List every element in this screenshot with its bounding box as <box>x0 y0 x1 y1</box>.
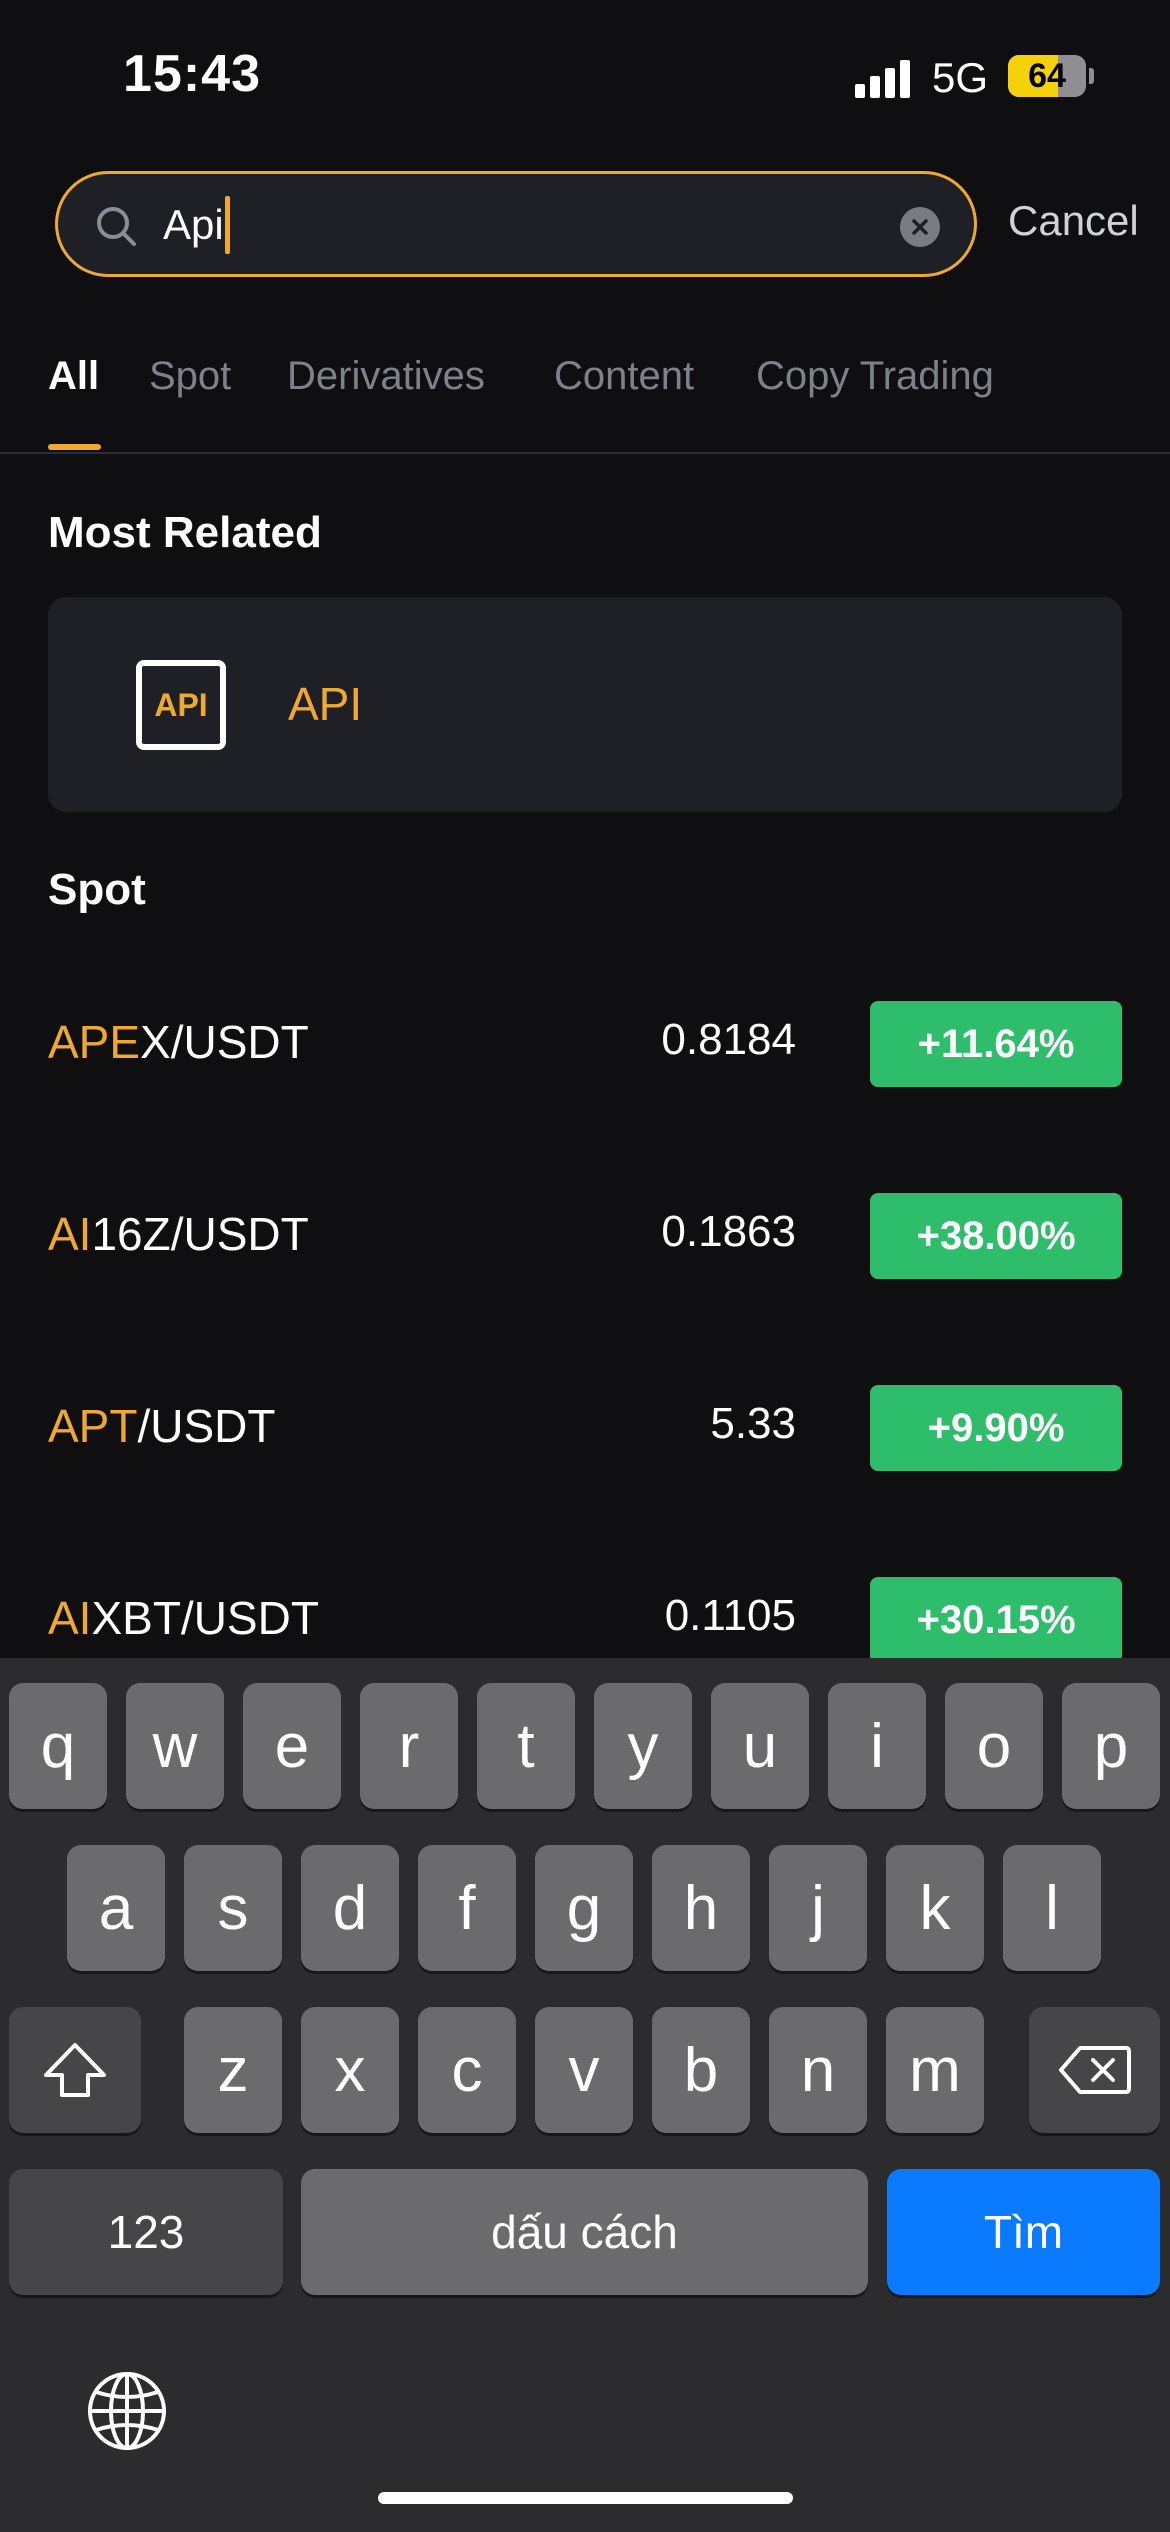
key-n[interactable]: n <box>769 2007 867 2133</box>
battery-tip <box>1089 68 1094 84</box>
key-f[interactable]: f <box>418 1845 516 1971</box>
key-p[interactable]: p <box>1062 1683 1160 1809</box>
key-e[interactable]: e <box>243 1683 341 1809</box>
pair-match: APT <box>48 1400 138 1452</box>
key-r[interactable]: r <box>360 1683 458 1809</box>
pair-price: 0.1863 <box>661 1207 796 1256</box>
battery-icon: 64 <box>1008 55 1086 97</box>
pair-match: AI <box>48 1208 92 1260</box>
pair-price: 0.8184 <box>661 1015 796 1064</box>
key-q[interactable]: q <box>9 1683 107 1809</box>
spot-row[interactable]: APEX/USDT 0.8184 +11.64% <box>0 1001 1170 1087</box>
key-y[interactable]: y <box>594 1683 692 1809</box>
most-related-title: Most Related <box>48 508 322 557</box>
tab-all[interactable]: All <box>48 354 99 399</box>
home-indicator[interactable] <box>378 2492 793 2504</box>
change-badge: +11.64% <box>870 1001 1122 1087</box>
change-badge: +30.15% <box>870 1577 1122 1663</box>
onscreen-keyboard: q w e r t y u i o p a s d f g h j k l z … <box>0 1658 1170 2532</box>
key-v[interactable]: v <box>535 2007 633 2133</box>
search-input[interactable] <box>163 196 843 254</box>
key-w[interactable]: w <box>126 1683 224 1809</box>
shift-icon <box>44 2043 106 2097</box>
tab-content[interactable]: Content <box>554 354 694 399</box>
key-b[interactable]: b <box>652 2007 750 2133</box>
pair-price: 0.1105 <box>664 1591 796 1640</box>
spot-row[interactable]: AIXBT/USDT 0.1105 +30.15% <box>0 1577 1170 1663</box>
key-a[interactable]: a <box>67 1845 165 1971</box>
pair-rest: XBT/USDT <box>91 1592 319 1644</box>
pair-symbol: AIXBT/USDT <box>48 1591 319 1645</box>
key-k[interactable]: k <box>886 1845 984 1971</box>
tab-derivatives[interactable]: Derivatives <box>287 354 485 399</box>
pair-rest: X/USDT <box>140 1016 309 1068</box>
key-i[interactable]: i <box>828 1683 926 1809</box>
text-caret <box>225 196 230 254</box>
key-o[interactable]: o <box>945 1683 1043 1809</box>
category-tabs: All Spot Derivatives Content Copy Tradin… <box>0 340 1170 454</box>
change-badge: +9.90% <box>870 1385 1122 1471</box>
key-c[interactable]: c <box>418 2007 516 2133</box>
key-l[interactable]: l <box>1003 1845 1101 1971</box>
status-time: 15:43 <box>123 45 261 103</box>
cancel-button[interactable]: Cancel <box>1008 197 1139 245</box>
most-related-label: API <box>288 678 363 730</box>
pair-symbol: APEX/USDT <box>48 1015 309 1069</box>
active-tab-indicator <box>48 444 101 450</box>
key-m[interactable]: m <box>886 2007 984 2133</box>
search-icon <box>97 207 136 246</box>
pair-match: AI <box>48 1592 92 1644</box>
space-key[interactable]: dấu cách <box>301 2169 868 2295</box>
search-bar[interactable] <box>55 171 977 277</box>
spot-row[interactable]: APT/USDT 5.33 +9.90% <box>0 1385 1170 1471</box>
pair-symbol: AI16Z/USDT <box>48 1207 309 1261</box>
key-j[interactable]: j <box>769 1845 867 1971</box>
signal-icon <box>855 58 915 98</box>
pair-match: APE <box>48 1016 141 1068</box>
tab-spot[interactable]: Spot <box>149 354 231 399</box>
key-x[interactable]: x <box>301 2007 399 2133</box>
key-t[interactable]: t <box>477 1683 575 1809</box>
clear-icon[interactable] <box>900 207 940 247</box>
most-related-item[interactable]: API API <box>48 597 1122 812</box>
spot-row[interactable]: AI16Z/USDT 0.1863 +38.00% <box>0 1193 1170 1279</box>
pair-rest: /USDT <box>137 1400 276 1452</box>
pair-price: 5.33 <box>710 1399 796 1448</box>
backspace-icon <box>1058 2046 1131 2094</box>
spot-section-title: Spot <box>48 865 146 914</box>
battery-percent: 64 <box>1028 56 1066 95</box>
pair-rest: 16Z/USDT <box>91 1208 309 1260</box>
key-d[interactable]: d <box>301 1845 399 1971</box>
backspace-key[interactable] <box>1029 2007 1160 2133</box>
numbers-key[interactable]: 123 <box>9 2169 283 2295</box>
network-label: 5G <box>932 54 989 101</box>
api-icon: API <box>136 660 226 750</box>
key-s[interactable]: s <box>184 1845 282 1971</box>
status-bar: 15:43 5G 64 <box>0 0 1170 150</box>
globe-icon[interactable] <box>86 2370 168 2452</box>
key-z[interactable]: z <box>184 2007 282 2133</box>
tab-copy-trading[interactable]: Copy Trading <box>756 354 994 399</box>
key-u[interactable]: u <box>711 1683 809 1809</box>
close-icon <box>912 219 928 235</box>
shift-key[interactable] <box>9 2007 141 2133</box>
pair-symbol: APT/USDT <box>48 1399 275 1453</box>
search-submit-key[interactable]: Tìm <box>887 2169 1160 2295</box>
change-badge: +38.00% <box>870 1193 1122 1279</box>
key-g[interactable]: g <box>535 1845 633 1971</box>
key-h[interactable]: h <box>652 1845 750 1971</box>
